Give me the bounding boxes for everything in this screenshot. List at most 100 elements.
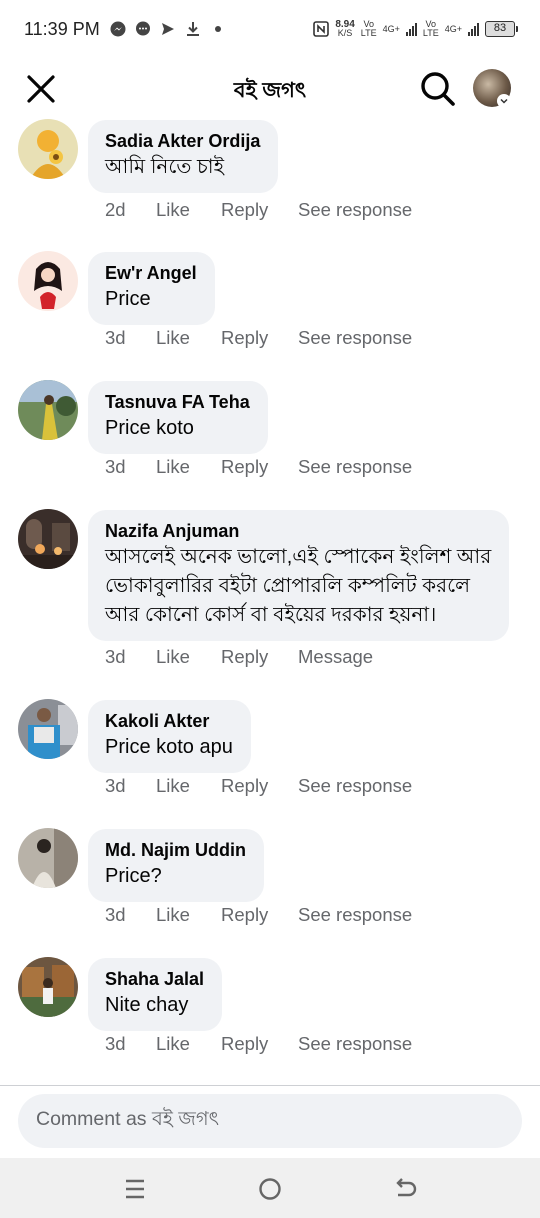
comment-actions: 3d Like Reply Message [105, 646, 373, 668]
comment-bubble: Ew'r Angel Price [88, 252, 215, 325]
status-right: 8.94 K/S Vo LTE 4G+ Vo LTE 4G+ 83 [313, 20, 518, 38]
sim2-network: 4G+ [444, 23, 462, 34]
like-button[interactable]: Like [156, 646, 221, 668]
comment-list: Sadia Akter Ordija আমি নিতে চাই 2d Like … [0, 116, 540, 1084]
comment-actions: 3d Like Reply See response [105, 327, 412, 349]
comment-bubble: Sadia Akter Ordija আমি নিতে চাই [88, 120, 279, 193]
menu-icon [126, 1179, 144, 1199]
see-response-button[interactable]: See response [298, 1033, 412, 1055]
comment-text: আসলেই অনেক ভালো,এই স্পোকেন ইংলিশ আর ভোকা… [105, 543, 491, 630]
battery-icon: 83 [485, 21, 518, 37]
see-response-button[interactable]: See response [298, 775, 412, 797]
comment-text: আমি নিতে চাই [105, 156, 224, 178]
comment-author[interactable]: Nazifa Anjuman [105, 520, 491, 542]
comment-time: 3d [105, 646, 126, 667]
like-button[interactable]: Like [156, 199, 221, 221]
status-bar: 11:39 PM 8.94 K/S Vo LTE 4G+ Vo LTE 4G+ … [0, 0, 540, 58]
like-button[interactable]: Like [156, 456, 221, 478]
nfc-icon [313, 21, 330, 37]
comment-text-line: আসলেই অনেক ভালো,এই স্পোকেন ইংলিশ আর [105, 546, 492, 568]
comment-time: 3d [105, 775, 126, 796]
sim1-signal-icon [405, 22, 417, 36]
comment-bubble: Shaha Jalal Nite chay [88, 958, 223, 1031]
comment-time: 3d [105, 456, 126, 477]
comment-actions: 3d Like Reply See response [105, 1033, 412, 1055]
reply-button[interactable]: Reply [221, 775, 298, 797]
comment-actions: 3d Like Reply See response [105, 904, 412, 926]
avatar[interactable] [18, 828, 78, 888]
sim1-volte: Vo LTE [360, 19, 377, 38]
comment-author[interactable]: Shaha Jalal [105, 968, 204, 990]
messenger-icon [110, 21, 126, 37]
comment-time: 3d [105, 904, 126, 925]
close-icon [27, 75, 55, 103]
comment-author[interactable]: Tasnuva FA Teha [105, 391, 250, 413]
dot-icon [210, 21, 226, 37]
header: বই জগৎ [0, 58, 540, 116]
search-icon [421, 72, 455, 106]
comment-time: 3d [105, 327, 126, 348]
comment-time: 2d [105, 199, 126, 220]
see-response-button[interactable]: See response [298, 456, 412, 478]
comment-author[interactable]: Kakoli Akter [105, 710, 233, 732]
message-button[interactable]: Message [298, 646, 373, 668]
avatar[interactable] [18, 380, 78, 440]
menu-button[interactable] [121, 1175, 149, 1203]
avatar[interactable] [18, 509, 78, 569]
avatar[interactable] [18, 699, 78, 759]
chat-icon [135, 21, 151, 37]
search-button[interactable] [419, 70, 457, 108]
back-button[interactable] [391, 1175, 419, 1203]
home-icon [259, 1178, 281, 1200]
net-speed: 8.94 K/S [335, 19, 355, 38]
comment-text: Price koto [105, 417, 194, 439]
page-title: বই জগৎ [233, 79, 307, 102]
battery-level: 83 [485, 21, 515, 37]
comment-actions: 3d Like Reply See response [105, 775, 412, 797]
reply-button[interactable]: Reply [221, 456, 298, 478]
see-response-button[interactable]: See response [298, 199, 412, 221]
comment-actions: 2d Like Reply See response [105, 199, 412, 221]
comment-bubble: Tasnuva FA Teha Price koto [88, 381, 268, 454]
avatar[interactable] [18, 119, 78, 179]
comment-text-line: ভোকাবুলারির বইটা প্রোপারলি কম্পলিট করলে [105, 575, 471, 597]
home-button[interactable] [256, 1175, 284, 1203]
sim2-volte: Vo LTE [422, 19, 439, 38]
comment-input[interactable]: Comment as বই জগৎ [18, 1094, 522, 1148]
comment-text: Price? [105, 865, 162, 887]
sim1-network: 4G+ [382, 23, 400, 34]
comment-text: Price [105, 288, 151, 310]
like-button[interactable]: Like [156, 1033, 221, 1055]
chevron-down-icon[interactable] [497, 94, 511, 108]
comment-actions: 3d Like Reply See response [105, 456, 412, 478]
comment-text: Price koto apu [105, 736, 233, 758]
like-button[interactable]: Like [156, 327, 221, 349]
avatar[interactable] [18, 251, 78, 311]
reply-button[interactable]: Reply [221, 199, 298, 221]
reply-button[interactable]: Reply [221, 1033, 298, 1055]
download-icon [185, 21, 201, 37]
like-button[interactable]: Like [156, 775, 221, 797]
like-button[interactable]: Like [156, 904, 221, 926]
avatar[interactable] [18, 957, 78, 1017]
send-icon [160, 21, 176, 37]
composer-divider [0, 1085, 540, 1086]
comment-bubble: Kakoli Akter Price koto apu [88, 700, 251, 773]
see-response-button[interactable]: See response [298, 904, 412, 926]
comment-time: 3d [105, 1033, 126, 1054]
comment-bubble: Nazifa Anjuman আসলেই অনেক ভালো,এই স্পোকে… [88, 510, 510, 641]
comment-input-placeholder: Comment as বই জগৎ [36, 1108, 220, 1130]
reply-button[interactable]: Reply [221, 327, 298, 349]
back-icon [396, 1178, 417, 1197]
see-response-button[interactable]: See response [298, 327, 412, 349]
comment-author[interactable]: Ew'r Angel [105, 262, 197, 284]
system-nav-bar [0, 1158, 540, 1218]
notification-icons [110, 21, 226, 37]
reply-button[interactable]: Reply [221, 904, 298, 926]
comment-bubble: Md. Najim Uddin Price? [88, 829, 264, 902]
close-button[interactable] [24, 72, 58, 106]
comment-text: Nite chay [105, 994, 189, 1016]
reply-button[interactable]: Reply [221, 646, 298, 668]
comment-author[interactable]: Md. Najim Uddin [105, 839, 246, 861]
comment-author[interactable]: Sadia Akter Ordija [105, 130, 260, 152]
